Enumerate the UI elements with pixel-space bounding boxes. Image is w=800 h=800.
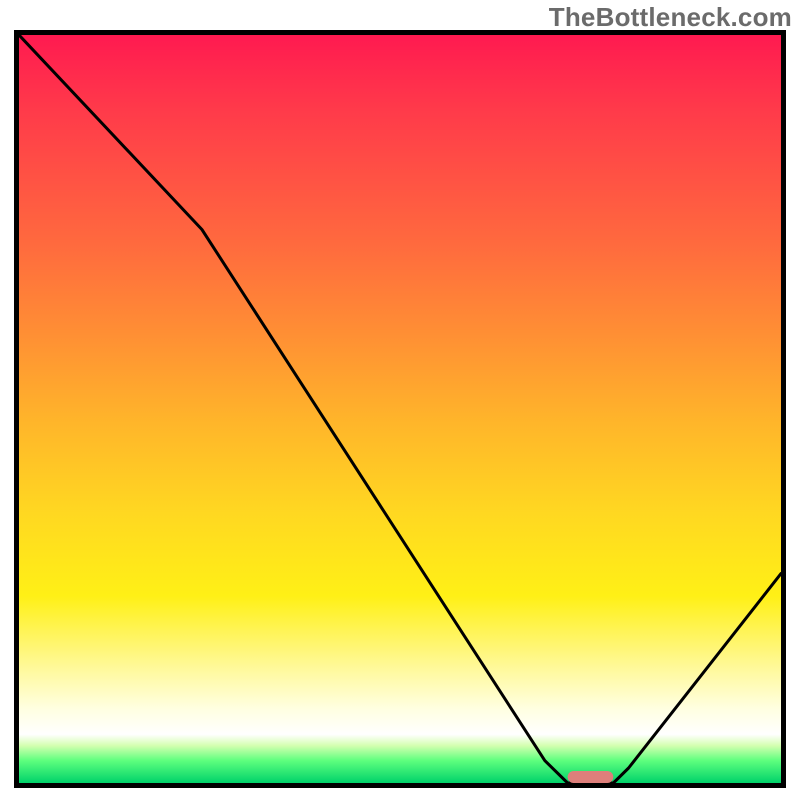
watermark-text: TheBottleneck.com	[549, 2, 792, 33]
chart-frame	[14, 30, 786, 788]
marker-bar	[568, 771, 614, 783]
chart-overlay	[19, 35, 781, 783]
bottleneck-curve	[19, 35, 781, 783]
